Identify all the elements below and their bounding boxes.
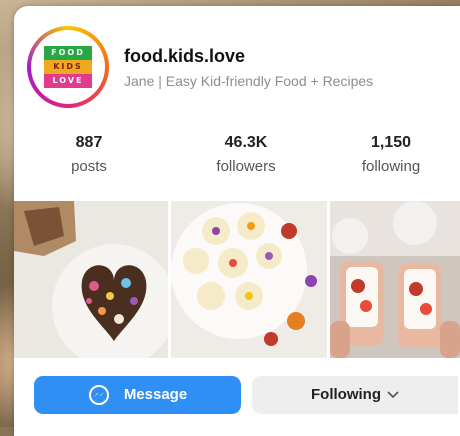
photo-grid: [14, 201, 460, 358]
chocolate-bark-hearts-photo[interactable]: [14, 201, 168, 358]
avatar-logo: FOOD KIDS LOVE: [31, 30, 105, 104]
photo-image: [14, 201, 168, 358]
logo-word-kids: KIDS: [44, 60, 92, 74]
strawberry-crepe-roll-photo[interactable]: [330, 201, 460, 358]
stat-followers-value: 46.3K: [224, 134, 268, 151]
message-button-label: Message: [123, 386, 188, 403]
photo-image: [171, 201, 327, 358]
profile-stats: 887 posts 46.3K followers 1,150 followin…: [14, 134, 460, 194]
messenger-icon: [88, 385, 109, 406]
profile-actions: Message Following: [14, 366, 460, 426]
profile-header: FOOD KIDS LOVE food.kids.love Jane | Eas…: [14, 6, 460, 124]
banana-slices-flowers-photo[interactable]: [171, 201, 327, 358]
stat-followers-label: followers: [216, 158, 276, 175]
stat-following-value: 1,150: [370, 134, 412, 151]
profile-username: food.kids.love: [124, 46, 246, 66]
avatar[interactable]: FOOD KIDS LOVE: [27, 26, 109, 108]
photo-image: [330, 201, 460, 358]
following-button[interactable]: Following: [252, 376, 458, 414]
message-button[interactable]: Message: [34, 376, 241, 414]
stat-following[interactable]: 1,150 following: [331, 134, 451, 175]
stat-followers[interactable]: 46.3K followers: [186, 134, 306, 175]
chevron-down-icon: [387, 376, 399, 414]
stat-posts-value: 887: [75, 134, 103, 151]
stat-posts-label: posts: [71, 158, 107, 175]
following-button-label: Following: [311, 386, 381, 403]
stat-posts[interactable]: 887 posts: [29, 134, 149, 175]
profile-card: FOOD KIDS LOVE food.kids.love Jane | Eas…: [14, 6, 460, 436]
logo-word-love: LOVE: [44, 74, 92, 88]
profile-bio: Jane | Easy Kid-friendly Food + Recipes: [124, 73, 374, 89]
logo-word-food: FOOD: [44, 46, 92, 60]
stat-following-label: following: [361, 158, 421, 175]
